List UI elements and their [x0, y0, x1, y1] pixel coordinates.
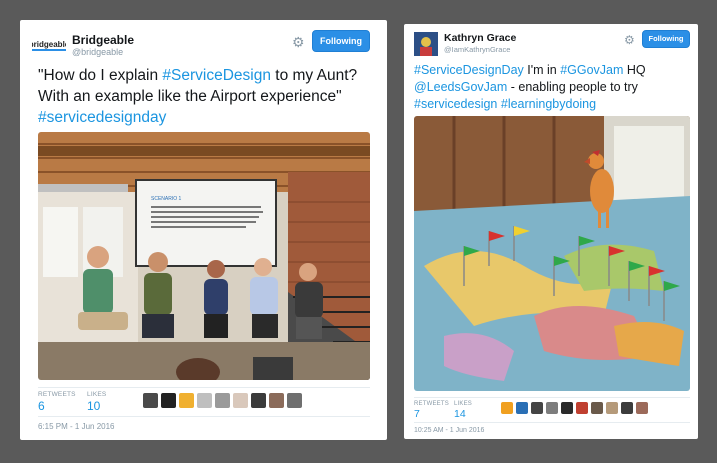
divider	[38, 416, 370, 417]
author-name[interactable]: Kathryn Grace	[444, 32, 516, 44]
hashtag-link[interactable]: #learningbydoing	[501, 97, 596, 111]
likes-label: LIKES	[87, 391, 107, 398]
hashtag-link[interactable]: #servicedesignday	[38, 109, 166, 126]
liker-avatar[interactable]	[251, 393, 266, 408]
hashtag-link[interactable]: #ServiceDesign	[162, 67, 271, 84]
liker-avatar[interactable]	[561, 402, 573, 414]
hashtag-link[interactable]: #GGovJam	[560, 63, 623, 77]
liker-avatar[interactable]	[215, 393, 230, 408]
tweet-card-bridgeable: bridgeable Bridgeable @bridgeable ⚙ Foll…	[20, 20, 387, 440]
slide-title: SCENARIO 1	[151, 196, 182, 202]
tweet-text: "How do I explain #ServiceDesign to my A…	[38, 65, 378, 128]
liker-avatar[interactable]	[197, 393, 212, 408]
retweets-label: RETWEETS	[38, 391, 76, 398]
liker-avatar[interactable]	[531, 402, 543, 414]
gear-icon[interactable]: ⚙	[292, 34, 305, 51]
liker-avatar[interactable]	[636, 402, 648, 414]
mention-link[interactable]: @LeedsGovJam	[414, 80, 507, 94]
likes-count[interactable]: 14	[454, 408, 466, 420]
liker-avatar[interactable]	[501, 402, 513, 414]
tweet-text: #ServiceDesignDay I'm in #GGovJam HQ @Le…	[414, 62, 694, 113]
gear-icon[interactable]: ⚙	[624, 33, 635, 47]
liker-avatar[interactable]	[591, 402, 603, 414]
liker-avatars	[143, 393, 305, 408]
avatar[interactable]: bridgeable	[32, 34, 66, 56]
avatar[interactable]	[414, 32, 438, 56]
map-photo	[414, 116, 690, 391]
timestamp[interactable]: 6:15 PM - 1 Jun 2016	[38, 422, 115, 431]
tweet-card-kathryn: Kathryn Grace @IamKathrynGrace ⚙ Followi…	[404, 24, 698, 439]
liker-avatar[interactable]	[179, 393, 194, 408]
author-handle[interactable]: @IamKathrynGrace	[444, 45, 510, 54]
text-segment: "How do I explain	[38, 67, 163, 84]
liker-avatar[interactable]	[621, 402, 633, 414]
hashtag-link[interactable]: #servicedesign	[414, 97, 497, 111]
retweets-count[interactable]: 6	[38, 399, 45, 413]
timestamp[interactable]: 10:25 AM - 1 Jun 2016	[414, 427, 484, 434]
liker-avatar[interactable]	[287, 393, 302, 408]
author-name[interactable]: Bridgeable	[72, 33, 134, 47]
following-button[interactable]: Following	[642, 30, 690, 48]
divider	[414, 422, 690, 423]
liker-avatar[interactable]	[161, 393, 176, 408]
liker-avatar[interactable]	[546, 402, 558, 414]
divider	[414, 397, 690, 398]
liker-avatar[interactable]	[576, 402, 588, 414]
retweets-label: RETWEETS	[414, 401, 449, 407]
text-segment: - enabling people to try	[507, 80, 638, 94]
avatar-image	[414, 32, 438, 56]
retweets-count[interactable]: 7	[414, 408, 420, 420]
liker-avatar[interactable]	[269, 393, 284, 408]
liker-avatar[interactable]	[233, 393, 248, 408]
avatar-logo-text: bridgeable	[32, 40, 66, 51]
hashtag-link[interactable]: #ServiceDesignDay	[414, 63, 524, 77]
divider	[38, 387, 370, 388]
liker-avatar[interactable]	[606, 402, 618, 414]
text-segment: I'm in	[523, 63, 561, 77]
author-handle[interactable]: @bridgeable	[72, 47, 123, 57]
liker-avatars	[501, 402, 651, 414]
text-segment: HQ	[623, 63, 646, 77]
panel-photo: SCENARIO 1	[38, 132, 370, 380]
tweet-photo[interactable]	[414, 116, 690, 391]
likes-label: LIKES	[454, 401, 473, 407]
likes-count[interactable]: 10	[87, 399, 100, 413]
tweet-photo[interactable]: SCENARIO 1	[38, 132, 370, 380]
liker-avatar[interactable]	[143, 393, 158, 408]
liker-avatar[interactable]	[516, 402, 528, 414]
following-button[interactable]: Following	[312, 30, 370, 52]
